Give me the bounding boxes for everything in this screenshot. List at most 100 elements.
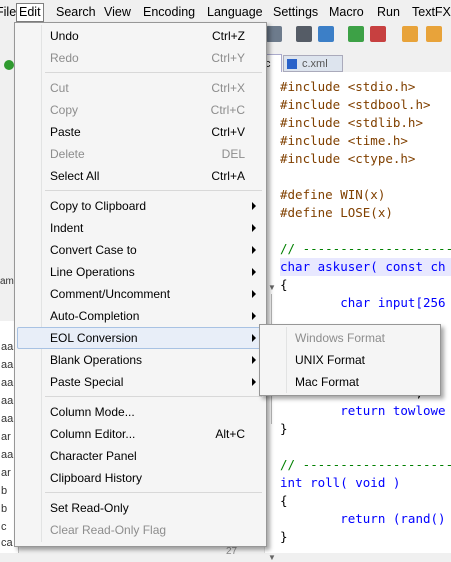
menu-item-label: EOL Conversion bbox=[50, 331, 138, 345]
submenu-arrow-icon bbox=[252, 224, 256, 232]
menu-file[interactable]: File bbox=[0, 4, 16, 21]
menu-item-label: Character Panel bbox=[50, 449, 137, 463]
zoom-out-icon[interactable] bbox=[370, 26, 386, 42]
nav-back-icon[interactable] bbox=[4, 60, 14, 70]
menu-edit[interactable]: Edit bbox=[16, 3, 44, 22]
menu-item-indent[interactable]: Indent bbox=[17, 217, 264, 239]
tab-cxml[interactable]: c.xml bbox=[283, 55, 343, 72]
menu-item-label: Comment/Uncomment bbox=[50, 287, 171, 301]
menu-item-clipboard-history[interactable]: Clipboard History bbox=[17, 467, 264, 489]
menu-item-label: Mac Format bbox=[295, 375, 360, 389]
replace-icon[interactable] bbox=[318, 26, 334, 42]
menu-item-label: Undo bbox=[50, 29, 79, 43]
menu-item-shortcut: Ctrl+C bbox=[210, 103, 245, 117]
code-line: #include <stdio.h> bbox=[280, 79, 416, 94]
submenu-arrow-icon bbox=[252, 356, 256, 364]
menu-item-auto-completion[interactable]: Auto-Completion bbox=[17, 305, 264, 327]
menu-item-undo[interactable]: Undo Ctrl+Z bbox=[17, 25, 264, 47]
menu-item-paste[interactable]: Paste Ctrl+V bbox=[17, 121, 264, 143]
menu-run[interactable]: Run bbox=[377, 4, 400, 21]
menu-item-windows-format[interactable]: Windows Format bbox=[262, 327, 438, 349]
submenu-arrow-icon bbox=[252, 290, 256, 298]
menu-item-clear-read-only[interactable]: Clear Read-Only Flag bbox=[17, 519, 264, 541]
menu-item-label: Copy to Clipboard bbox=[50, 199, 147, 213]
menu-item-label: Column Editor... bbox=[50, 427, 136, 441]
menu-item-shortcut: Ctrl+A bbox=[211, 169, 245, 183]
menu-item-label: Clear Read-Only Flag bbox=[50, 523, 167, 537]
menu-settings[interactable]: Settings bbox=[273, 4, 318, 21]
fold-arrow-icon[interactable]: ▼ bbox=[268, 553, 276, 562]
menu-item-mac-format[interactable]: Mac Format bbox=[262, 371, 438, 393]
menu-item-label: Select All bbox=[50, 169, 100, 183]
code-line: // ------------------------------ bbox=[280, 241, 451, 256]
submenu-arrow-icon bbox=[252, 378, 256, 386]
menu-item-column-mode[interactable]: Column Mode... bbox=[17, 401, 264, 423]
menu-item-label: Windows Format bbox=[295, 331, 386, 345]
menu-view[interactable]: View bbox=[104, 4, 131, 21]
menu-item-copy-to-clipboard[interactable]: Copy to Clipboard bbox=[17, 195, 264, 217]
menu-item-label: Cut bbox=[50, 81, 69, 95]
menu-encoding[interactable]: Encoding bbox=[143, 4, 195, 21]
eol-conversion-submenu: Windows Format UNIX Format Mac Format bbox=[259, 324, 441, 396]
menu-item-character-panel[interactable]: Character Panel bbox=[17, 445, 264, 467]
menu-item-copy[interactable]: Copy Ctrl+C bbox=[17, 99, 264, 121]
code-line: int roll( void ) bbox=[280, 475, 401, 490]
menu-item-label: Auto-Completion bbox=[50, 309, 140, 323]
menu-item-label: Blank Operations bbox=[50, 353, 143, 367]
menu-separator bbox=[45, 190, 262, 191]
menu-item-shortcut: Ctrl+Y bbox=[211, 51, 245, 65]
menu-language[interactable]: Language bbox=[207, 4, 263, 21]
menu-item-shortcut: DEL bbox=[221, 147, 245, 161]
edit-menu-dropdown: Undo Ctrl+Z Redo Ctrl+Y Cut Ctrl+X Copy … bbox=[14, 22, 267, 547]
code-text[interactable]: #include <stdio.h> #include <stdbool.h> … bbox=[280, 72, 451, 553]
menu-item-line-operations[interactable]: Line Operations bbox=[17, 261, 264, 283]
menu-item-shortcut: Ctrl+X bbox=[211, 81, 245, 95]
code-line: return towlowe bbox=[280, 403, 446, 418]
code-line-current: char askuser( const ch bbox=[280, 258, 451, 276]
code-line: #include <ctype.h> bbox=[280, 151, 416, 166]
menu-item-comment-uncomment[interactable]: Comment/Uncomment bbox=[17, 283, 264, 305]
menu-item-select-all[interactable]: Select All Ctrl+A bbox=[17, 165, 264, 187]
code-line: #include <stdlib.h> bbox=[280, 115, 423, 130]
code-line: #define LOSE(x) bbox=[280, 205, 393, 220]
menu-item-label: Line Operations bbox=[50, 265, 135, 279]
menu-item-redo[interactable]: Redo Ctrl+Y bbox=[17, 47, 264, 69]
menu-macro[interactable]: Macro bbox=[329, 4, 364, 21]
menu-item-delete[interactable]: Delete DEL bbox=[17, 143, 264, 165]
binoculars-icon[interactable] bbox=[296, 26, 312, 42]
menu-item-label: Paste Special bbox=[50, 375, 124, 389]
line-number: 27 bbox=[226, 546, 238, 557]
fold-margin[interactable]: ▼ ▼ bbox=[266, 72, 278, 562]
menu-item-blank-operations[interactable]: Blank Operations bbox=[17, 349, 264, 371]
menu-search[interactable]: Search bbox=[56, 4, 96, 21]
fold-arrow-icon[interactable]: ▼ bbox=[268, 283, 276, 292]
code-line: char input[256 bbox=[280, 295, 446, 310]
code-line: } bbox=[280, 529, 288, 544]
submenu-arrow-icon bbox=[252, 334, 256, 342]
menu-item-cut[interactable]: Cut Ctrl+X bbox=[17, 77, 264, 99]
undo-icon[interactable] bbox=[266, 26, 282, 42]
sync-horizontal-icon[interactable] bbox=[426, 26, 442, 42]
menu-item-set-read-only[interactable]: Set Read-Only bbox=[17, 497, 264, 519]
menu-item-convert-case[interactable]: Convert Case to bbox=[17, 239, 264, 261]
zoom-in-icon[interactable] bbox=[348, 26, 364, 42]
code-line: // ------------------------------ bbox=[280, 457, 451, 472]
submenu-arrow-icon bbox=[252, 202, 256, 210]
code-line: #define WIN(x) bbox=[280, 187, 386, 202]
submenu-arrow-icon bbox=[252, 268, 256, 276]
menu-separator bbox=[45, 492, 262, 493]
menu-item-label: Convert Case to bbox=[50, 243, 137, 257]
menu-item-label: Indent bbox=[50, 221, 84, 235]
menu-item-column-editor[interactable]: Column Editor... Alt+C bbox=[17, 423, 264, 445]
menu-textfx[interactable]: TextFX bbox=[412, 4, 451, 21]
menu-item-unix-format[interactable]: UNIX Format bbox=[262, 349, 438, 371]
menu-separator bbox=[45, 72, 262, 73]
code-line: } bbox=[280, 421, 288, 436]
sync-scroll-icon[interactable] bbox=[402, 26, 418, 42]
menu-item-shortcut: Ctrl+Z bbox=[212, 29, 245, 43]
menu-item-shortcut: Ctrl+V bbox=[211, 125, 245, 139]
menu-item-paste-special[interactable]: Paste Special bbox=[17, 371, 264, 393]
menu-item-label: Redo bbox=[50, 51, 79, 65]
menu-item-eol-conversion[interactable]: EOL Conversion bbox=[17, 327, 264, 349]
menu-item-label: Delete bbox=[50, 147, 85, 161]
